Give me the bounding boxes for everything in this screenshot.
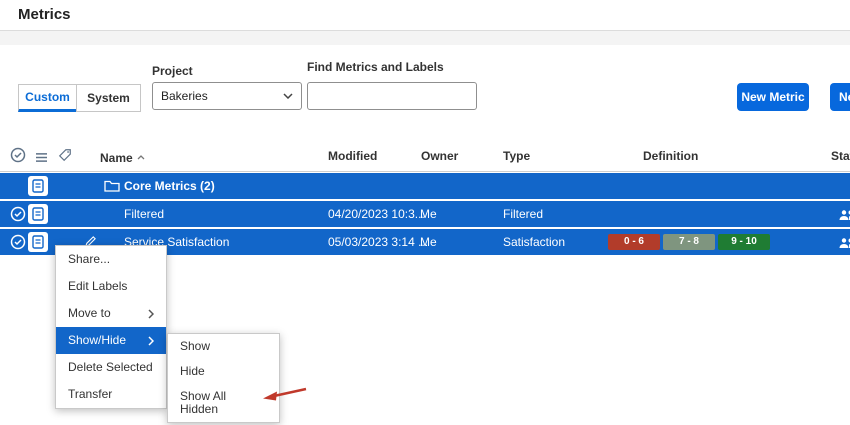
chevron-right-icon (148, 336, 154, 346)
menu-item-delete-selected[interactable]: Delete Selected (56, 354, 166, 381)
definition-badges: 0 - 6 7 - 8 9 - 10 (608, 234, 770, 250)
shared-users-icon (838, 208, 850, 226)
folder-row[interactable]: Core Metrics (2) (0, 173, 850, 199)
project-select-value: Bakeries (161, 89, 283, 103)
new-metric-button[interactable]: New Metric (737, 83, 809, 111)
tab-system[interactable]: System (76, 84, 141, 112)
column-header-status[interactable]: Status (831, 149, 850, 163)
metric-owner: Me (420, 207, 437, 221)
page-title: Metrics (18, 6, 71, 23)
sort-ascending-icon (137, 149, 145, 163)
definition-badge-detractors: 0 - 6 (608, 234, 660, 250)
metric-modified: 04/20/2023 10:3... (328, 207, 425, 221)
column-header-owner[interactable]: Owner (421, 149, 458, 163)
tab-custom[interactable]: Custom (18, 84, 77, 112)
column-header-type[interactable]: Type (503, 149, 530, 163)
metric-modified: 05/03/2023 3:14 ... (328, 235, 428, 249)
context-menu: Share... Edit Labels Move to Show/Hide D… (55, 245, 167, 409)
row-menu-column-hamburger-icon (35, 150, 48, 168)
menu-item-move-to[interactable]: Move to (56, 300, 166, 327)
search-label: Find Metrics and Labels (307, 60, 444, 74)
header-band (0, 31, 850, 45)
definition-badge-promoters: 9 - 10 (718, 234, 770, 250)
submenu-item-show[interactable]: Show (168, 334, 279, 359)
column-header-name[interactable]: Name (100, 149, 145, 165)
submenu-item-hide[interactable]: Hide (168, 359, 279, 384)
definition-badge-passives: 7 - 8 (663, 234, 715, 250)
row-actions-document-icon[interactable] (28, 232, 48, 252)
menu-item-transfer[interactable]: Transfer (56, 381, 166, 408)
row-actions-document-icon[interactable] (28, 176, 48, 196)
new-secondary-button[interactable]: New (830, 83, 850, 111)
table-row[interactable]: Filtered 04/20/2023 10:3... Me Filtered (0, 201, 850, 227)
select-all-check-circle-icon[interactable] (10, 147, 26, 168)
project-select[interactable]: Bakeries (152, 82, 302, 110)
table-header-border (0, 171, 850, 172)
row-check-circle-icon[interactable] (10, 206, 26, 227)
chevron-down-icon (283, 93, 293, 99)
menu-item-show-hide[interactable]: Show/Hide (56, 327, 166, 354)
folder-name: Core Metrics (2) (124, 179, 215, 193)
metric-type: Satisfaction (503, 235, 565, 249)
shared-users-icon (838, 236, 850, 254)
menu-item-share[interactable]: Share... (56, 246, 166, 273)
show-hide-submenu: Show Hide Show All Hidden (167, 333, 280, 423)
metric-type: Filtered (503, 207, 543, 221)
column-header-modified[interactable]: Modified (328, 149, 377, 163)
metric-owner: Me (420, 235, 437, 249)
metric-name: Filtered (124, 207, 164, 221)
labels-column-tag-icon (58, 148, 72, 167)
row-actions-document-icon[interactable] (28, 204, 48, 224)
row-check-circle-icon[interactable] (10, 234, 26, 255)
project-label: Project (152, 64, 193, 78)
menu-item-edit-labels[interactable]: Edit Labels (56, 273, 166, 300)
chevron-right-icon (148, 309, 154, 319)
folder-icon (104, 179, 120, 197)
annotation-arrow-icon (260, 386, 308, 409)
column-header-definition[interactable]: Definition (643, 149, 698, 163)
metrics-page: Metrics Custom System Project Bakeries F… (0, 0, 850, 425)
search-input[interactable] (307, 82, 477, 110)
